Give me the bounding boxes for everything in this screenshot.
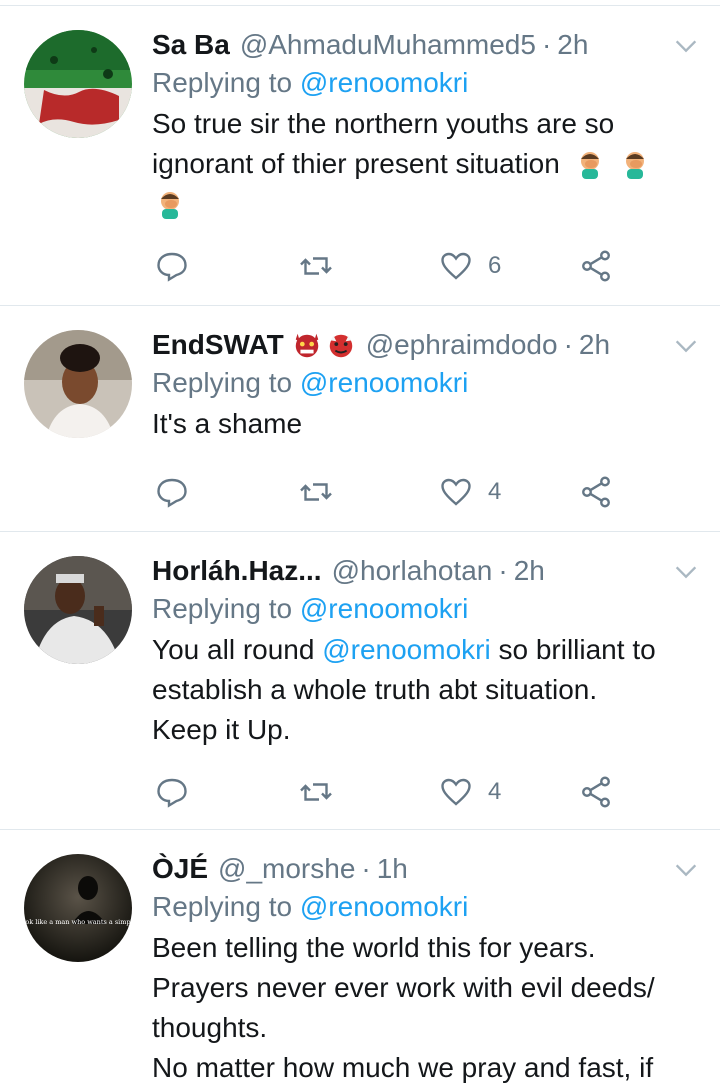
timestamp[interactable]: 1h	[377, 850, 408, 888]
user-handle[interactable]: @ephraimdodo	[366, 326, 558, 364]
replying-to: Replying to @renoomokri	[152, 64, 700, 102]
display-name[interactable]: Sa Ba	[152, 26, 230, 64]
tweet-header: Horláh.Haz... @horlahotan · 2h	[152, 552, 700, 590]
tweet[interactable]: Sa Ba @AhmaduMuhammed5 · 2h Replying to …	[0, 6, 720, 306]
separator-dot: ·	[498, 555, 508, 586]
tweet-actions: 6	[152, 246, 632, 286]
like-count: 6	[488, 252, 502, 279]
share-icon	[582, 776, 610, 808]
devil-mask-icon	[295, 333, 318, 358]
tweet[interactable]: Horláh.Haz... @horlahotan · 2h Replying …	[0, 532, 720, 830]
facepalm-emoji-icon	[161, 192, 179, 219]
reply-button[interactable]	[154, 246, 190, 286]
like-button[interactable]: 4	[438, 472, 501, 512]
retweet-button[interactable]	[298, 772, 334, 812]
replying-to: Replying to @renoomokri	[152, 888, 700, 926]
tweet-actions: 4	[152, 772, 632, 812]
replying-to: Replying to @renoomokri	[152, 364, 700, 402]
replying-prefix: Replying to	[152, 891, 300, 922]
chevron-down-icon[interactable]	[672, 856, 700, 884]
like-count: 4	[488, 778, 502, 805]
tweet-text-line: No matter how much we pray and fast, if	[152, 1052, 654, 1083]
tweet-actions: 4	[152, 472, 632, 512]
tweet[interactable]: "Do I look like a man who wants a simple…	[0, 830, 720, 1090]
share-button[interactable]	[578, 472, 614, 512]
avatar[interactable]	[24, 556, 132, 664]
reply-icon	[157, 478, 187, 508]
retweet-button[interactable]	[298, 472, 334, 512]
chevron-down-icon[interactable]	[672, 558, 700, 586]
replying-prefix: Replying to	[152, 593, 300, 624]
avatar-image: "Do I look like a man who wants a simple…	[24, 854, 132, 962]
reply-button[interactable]	[154, 772, 190, 812]
facepalm-emoji-icon	[626, 152, 645, 179]
separator-dot: ·	[361, 853, 371, 884]
avatar[interactable]: "Do I look like a man who wants a simple…	[24, 854, 132, 962]
tweet-text-content: It's a shame	[152, 408, 303, 439]
tweet-text: So true sir the northern youths are so i…	[152, 104, 700, 224]
replying-prefix: Replying to	[152, 67, 300, 98]
avatar-image	[24, 556, 132, 664]
tweet-text-prefix: You all round	[152, 634, 323, 665]
avatar[interactable]	[24, 330, 132, 438]
separator-dot: ·	[541, 29, 552, 60]
tweet-text-content: So true sir the northern youths are so i…	[152, 108, 615, 179]
share-button[interactable]	[578, 772, 614, 812]
avatar-image	[24, 30, 132, 138]
user-handle[interactable]: @horlahotan	[332, 552, 493, 590]
facepalm-emoji-icon	[580, 152, 599, 179]
separator-dot: ·	[563, 329, 573, 360]
mention-link[interactable]: @renoomokri	[300, 367, 468, 398]
tweet[interactable]: EndSWAT @ephraimdodo · 2h Replying to @r…	[0, 306, 720, 532]
reply-icon	[157, 778, 187, 808]
replying-to: Replying to @renoomokri	[152, 590, 700, 628]
share-icon	[582, 476, 610, 508]
tweet-header: ÒJÉ @_morshe · 1h	[152, 850, 700, 888]
tweet-text: Been telling the world this for years. P…	[152, 928, 700, 1088]
retweet-icon	[300, 257, 332, 275]
mention-link[interactable]: @renoomokri	[300, 593, 468, 624]
timestamp[interactable]: 2h	[557, 26, 588, 64]
avatar[interactable]	[24, 30, 132, 138]
mention-link[interactable]: @renoomokri	[300, 67, 468, 98]
heart-icon	[441, 252, 471, 280]
like-button[interactable]: 6	[438, 246, 501, 286]
replying-prefix: Replying to	[152, 367, 300, 398]
tweet-text-line: Been telling the world this for years.	[152, 932, 596, 963]
heart-icon	[441, 478, 471, 506]
avatar-image	[24, 330, 132, 438]
heart-icon	[441, 778, 471, 806]
user-handle[interactable]: @AhmaduMuhammed5	[240, 26, 536, 64]
reply-button[interactable]	[154, 472, 190, 512]
tweet-header: Sa Ba @AhmaduMuhammed5 · 2h	[152, 26, 700, 64]
tweet-text: You all round @renoomokri so brilliant t…	[152, 630, 700, 750]
chevron-down-icon[interactable]	[672, 32, 700, 60]
tweet-text-line: Keep it Up.	[152, 714, 291, 745]
mention-link[interactable]: @renoomokri	[322, 634, 490, 665]
share-button[interactable]	[578, 246, 614, 286]
like-button[interactable]: 4	[438, 772, 501, 812]
avatar-caption: "Do I look like a man who wants a simple…	[24, 918, 132, 926]
display-name[interactable]: Horláh.Haz...	[152, 552, 322, 590]
tweet-header: EndSWAT @ephraimdodo · 2h	[152, 326, 700, 364]
like-count: 4	[488, 478, 502, 505]
share-icon	[582, 250, 610, 282]
reply-feed: Sa Ba @AhmaduMuhammed5 · 2h Replying to …	[0, 6, 720, 1090]
display-name[interactable]: ÒJÉ	[152, 850, 208, 888]
ogre-face-icon	[329, 334, 352, 358]
mention-link[interactable]: @renoomokri	[300, 891, 468, 922]
reply-icon	[157, 252, 187, 282]
retweet-icon	[300, 783, 332, 801]
user-handle[interactable]: @_morshe	[218, 850, 355, 888]
display-name[interactable]: EndSWAT	[152, 326, 284, 364]
tweet-text-line: thoughts.	[152, 1012, 268, 1043]
chevron-down-icon[interactable]	[672, 332, 700, 360]
tweet-text: It's a shame	[152, 404, 700, 444]
retweet-button[interactable]	[298, 246, 334, 286]
timestamp[interactable]: 2h	[514, 552, 545, 590]
retweet-icon	[300, 483, 332, 501]
timestamp[interactable]: 2h	[579, 326, 610, 364]
tweet-text-line: Prayers never ever work with evil deeds/	[152, 972, 655, 1003]
